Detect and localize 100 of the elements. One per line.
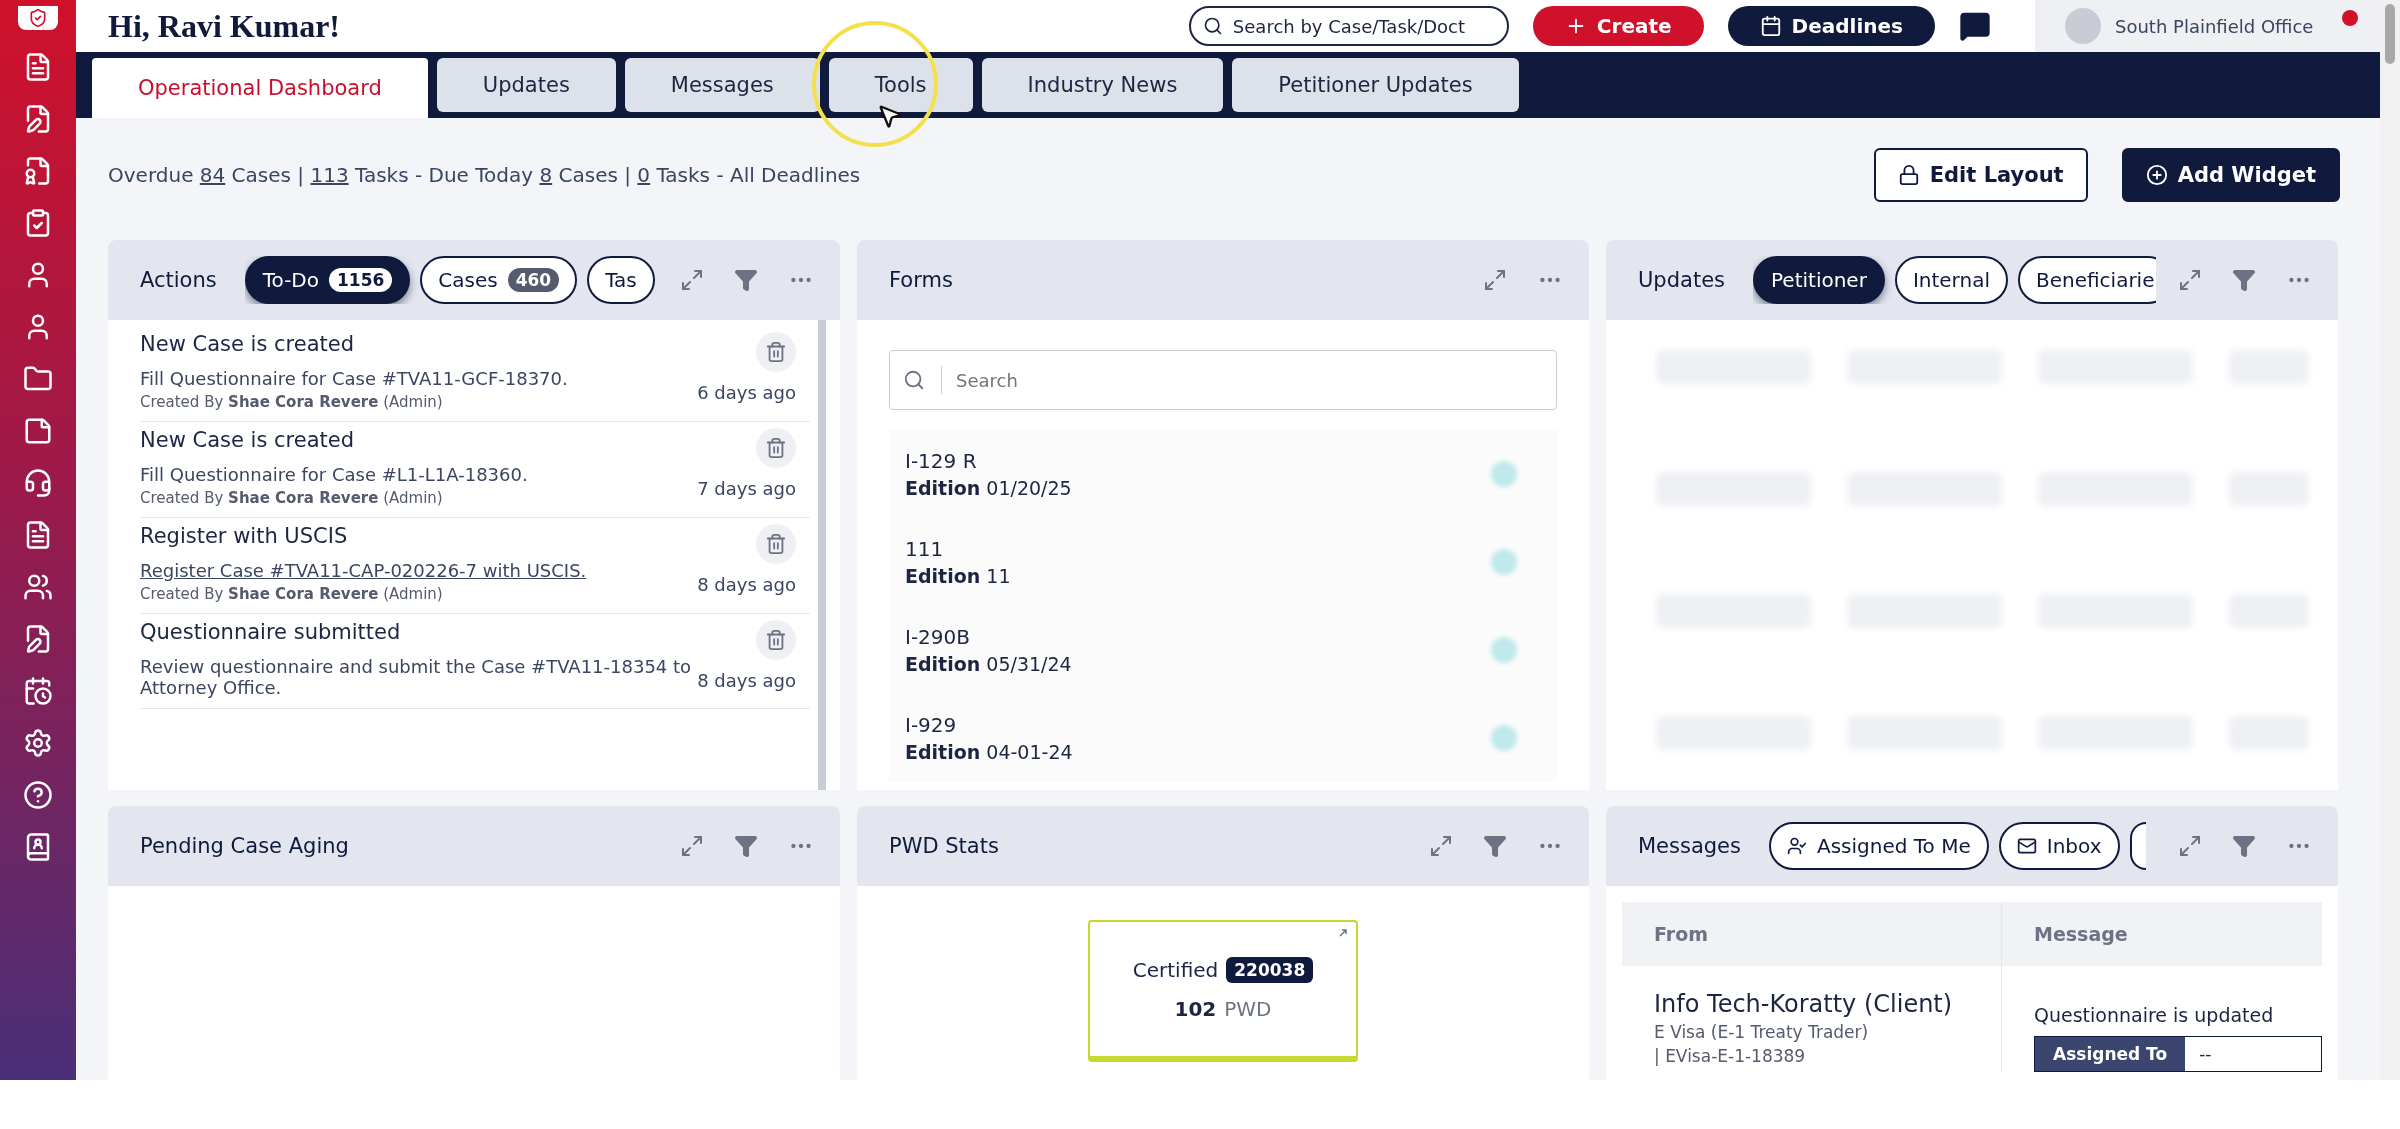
form-name[interactable]: I-929 xyxy=(905,713,1073,737)
user-icon xyxy=(1787,836,1807,856)
search-icon xyxy=(1202,16,1223,36)
greeting: Hi, Ravi Kumar! xyxy=(108,7,341,45)
time-ago: 8 days ago xyxy=(697,670,796,691)
status-dot xyxy=(1491,637,1517,663)
panel-title: Updates xyxy=(1638,268,1725,292)
time-ago: 7 days ago xyxy=(697,478,796,499)
deadline-summary: Overdue 84 Cases | 113 Tasks - Due Today 8 Cases | 0 Tasks - All Deadlines xyxy=(108,163,861,187)
filter-chip[interactable]: Tas xyxy=(587,256,655,304)
trash-icon xyxy=(765,437,787,459)
settings-icon[interactable] xyxy=(23,728,53,758)
profile-menu[interactable]: South Plainfield Office xyxy=(2035,0,2380,52)
form-edition: Edition 11 xyxy=(905,565,1011,587)
panel-title: Forms xyxy=(889,268,953,292)
case-number: | EVisa-E-1-18389 xyxy=(1654,1046,1807,1066)
calendar-clock-icon[interactable] xyxy=(23,676,53,706)
filter-chip[interactable] xyxy=(2129,822,2146,870)
stat-unit: PWD xyxy=(1224,997,1272,1021)
create-button[interactable]: Create xyxy=(1532,6,1704,46)
form-name[interactable]: I-290B xyxy=(905,625,1072,649)
action-title: Questionnaire submitted xyxy=(140,620,402,644)
count-badge: 460 xyxy=(507,268,560,292)
scrollbar[interactable] xyxy=(2380,0,2400,1080)
chat-icon[interactable] xyxy=(1959,10,1991,42)
action-description: Review questionnaire and submit the Case #TVA11-18354 to Attorney Office. xyxy=(140,656,693,698)
count-badge: 1156 xyxy=(329,268,393,292)
deadlines-button[interactable]: Deadlines xyxy=(1727,6,1935,46)
stat-count: 102 xyxy=(1174,997,1217,1021)
users-icon[interactable] xyxy=(23,572,53,602)
trash-icon xyxy=(765,341,787,363)
lock-icon xyxy=(1897,164,1920,186)
tab[interactable]: Operational Dashboard xyxy=(92,58,428,118)
notification-dot xyxy=(2342,10,2358,26)
tab[interactable]: Tools xyxy=(828,58,973,112)
status-dot xyxy=(1491,725,1517,751)
plus-circle-icon xyxy=(2145,164,2168,186)
note-icon[interactable] xyxy=(23,416,53,446)
filter-chip[interactable]: To-Do 1156 xyxy=(244,256,411,304)
action-title: Register with USCIS xyxy=(140,524,349,548)
external-link-icon[interactable] xyxy=(1338,928,1348,938)
count-link[interactable]: 84 xyxy=(199,163,226,187)
help-icon[interactable] xyxy=(23,780,53,810)
action-title: New Case is created xyxy=(140,332,355,356)
edit-layout-button[interactable]: Edit Layout xyxy=(1873,148,2088,202)
status-dot xyxy=(1491,461,1517,487)
delete-button[interactable] xyxy=(756,524,796,564)
created-by: Created By Shae Cora Revere (Admin) xyxy=(140,393,444,411)
form-edition: Edition 04-01-24 xyxy=(905,741,1073,763)
form-name[interactable]: 111 xyxy=(905,537,1011,561)
column-header: From xyxy=(1622,902,2002,966)
delete-button[interactable] xyxy=(756,620,796,660)
panel-title: Messages xyxy=(1638,834,1741,858)
headset-icon[interactable] xyxy=(23,468,53,498)
stat-card[interactable]: Certified 220038 102 PWD xyxy=(1088,920,1358,1062)
filter-chip[interactable]: Inbox xyxy=(1998,822,2120,870)
created-by: Created By Shae Cora Revere (Admin) xyxy=(140,585,444,603)
filter-chip[interactable]: Internal xyxy=(1894,256,2008,304)
time-ago: 6 days ago xyxy=(697,382,796,403)
count-link[interactable]: 8 xyxy=(539,163,553,187)
logo-icon[interactable] xyxy=(18,6,58,30)
avatar xyxy=(2065,8,2101,44)
time-ago: 8 days ago xyxy=(697,574,796,595)
panel-title: Pending Case Aging xyxy=(140,834,349,858)
filter-chip[interactable]: Beneficiarie xyxy=(2018,256,2156,304)
visa-type: E Visa (E-1 Treaty Trader) xyxy=(1654,1022,1870,1042)
trash-icon xyxy=(765,533,787,555)
action-description: Fill Questionnaire for Case #TVA11-GCF-18370. xyxy=(140,368,569,389)
tab[interactable]: Industry News xyxy=(981,58,1224,112)
form-edition: Edition 01/20/25 xyxy=(905,477,1072,499)
delete-button[interactable] xyxy=(756,428,796,468)
add-widget-button[interactable]: Add Widget xyxy=(2121,148,2340,202)
message-text: Questionnaire is updated xyxy=(2034,1004,2275,1026)
column-header: Message xyxy=(2002,902,2322,966)
tab[interactable]: Updates xyxy=(436,58,616,112)
filter-chip[interactable]: Assigned To Me xyxy=(1769,822,1989,870)
form-edition: Edition 05/31/24 xyxy=(905,653,1072,675)
status-dot xyxy=(1491,549,1517,575)
tab[interactable]: Messages xyxy=(624,58,820,112)
filter-chip[interactable]: Petitioner xyxy=(1753,256,1885,304)
created-by: Created By Shae Cora Revere (Admin) xyxy=(140,489,444,507)
stat-label: Certified xyxy=(1132,958,1219,982)
delete-button[interactable] xyxy=(756,332,796,372)
search-icon xyxy=(903,369,925,391)
search-field[interactable]: Search by Case/Task/Doct xyxy=(1188,6,1509,46)
assignee-field: Assigned To -- xyxy=(2034,1036,2322,1072)
case-link[interactable]: Register Case #TVA11-CAP-020226-7 with USCIS. xyxy=(140,560,698,581)
action-title: New Case is created xyxy=(140,428,355,452)
count-badge: 220038 xyxy=(1226,957,1314,983)
form-name[interactable]: I-129 R xyxy=(905,449,1072,473)
tab[interactable]: Petitioner Updates xyxy=(1232,58,1519,112)
count-link[interactable]: 113 xyxy=(310,163,349,187)
trash-icon xyxy=(765,629,787,651)
calendar-icon xyxy=(1759,15,1782,37)
sender-name: Info Tech-Koratty (Client) xyxy=(1654,990,1954,1018)
panel-title: PWD Stats xyxy=(889,834,999,858)
count-link[interactable]: 0 xyxy=(637,163,651,187)
filter-chip[interactable]: Cases 460 xyxy=(420,256,578,304)
mail-icon xyxy=(2016,836,2037,856)
action-description: Fill Questionnaire for Case #L1-L1A-18360. xyxy=(140,464,529,485)
